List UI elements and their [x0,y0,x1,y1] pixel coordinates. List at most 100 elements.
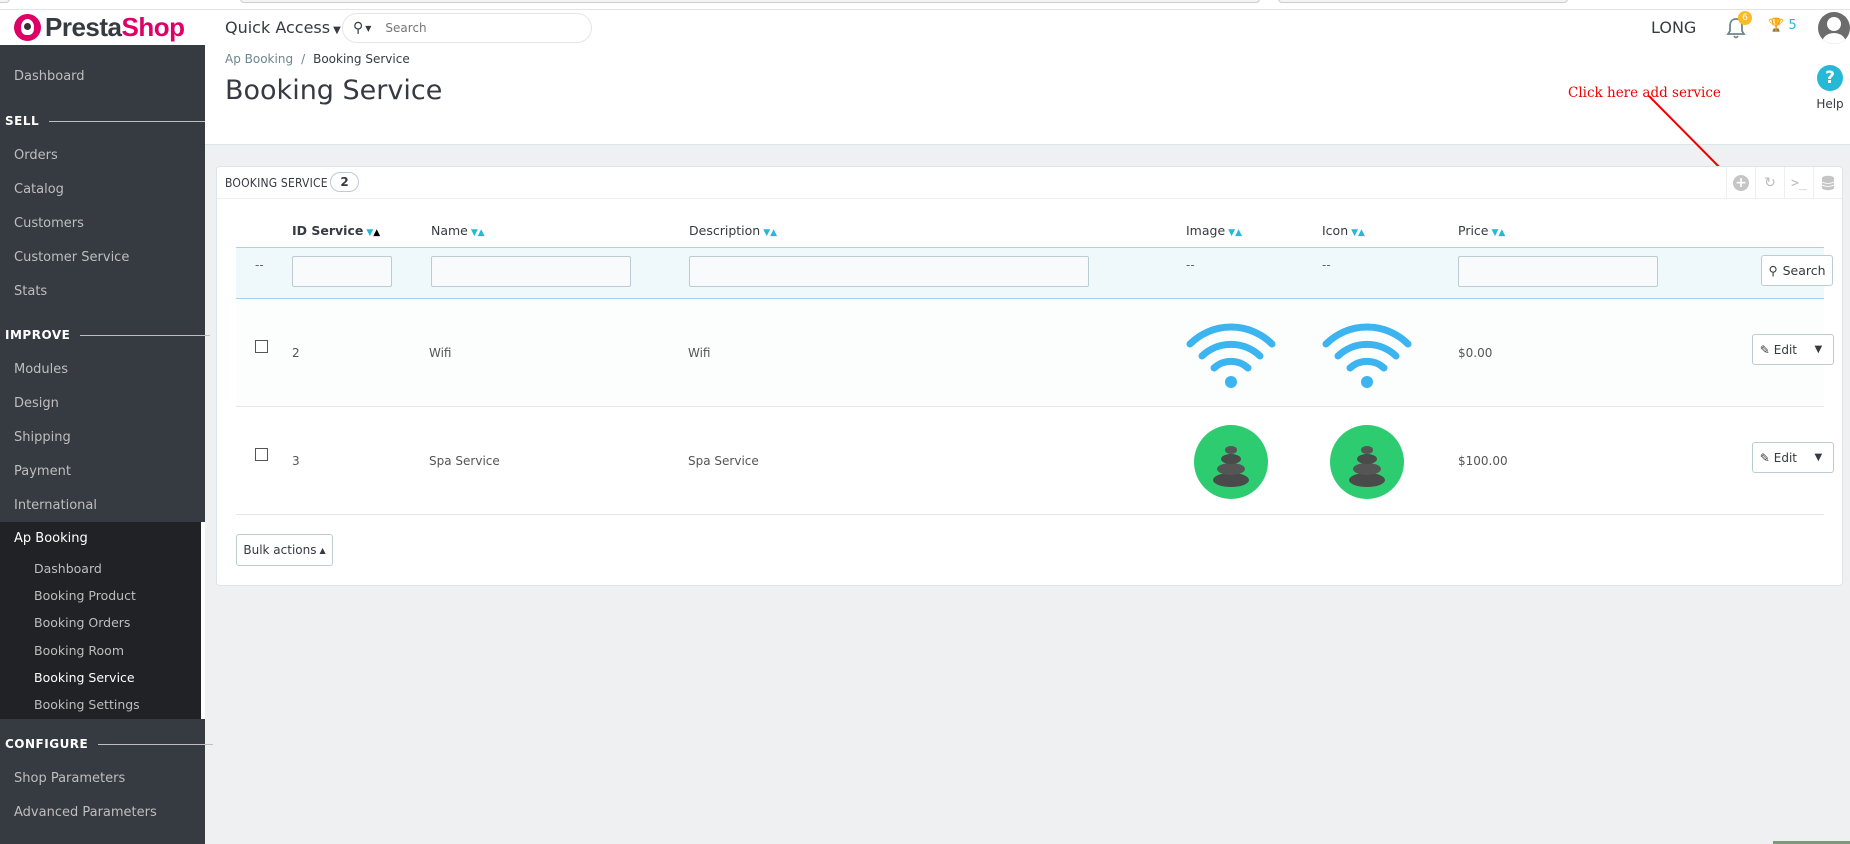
search-icon: ⚲ [1768,263,1778,278]
column-header-price[interactable]: Price ▼▲ [1458,223,1505,238]
breadcrumb-parent[interactable]: Ap Booking [225,52,293,66]
help-button[interactable]: ? Help [1810,65,1850,111]
cell-price: $0.00 [1458,346,1493,360]
filter-price-input[interactable] [1458,256,1658,287]
page-title: Booking Service [225,75,443,106]
sidebar-item-international[interactable]: International [14,498,97,513]
notification-badge: 6 [1738,11,1752,25]
filter-row: -- -- -- ⚲ Search [236,247,1833,299]
table-row[interactable]: 3 Spa Service Spa Service $100.00 ✎ Edit … [236,408,1834,515]
sidebar-item-advanced-parameters[interactable]: Advanced Parameters [14,805,157,820]
column-header-name[interactable]: Name ▼▲ [431,223,485,238]
sidebar-item-customers[interactable]: Customers [14,216,84,231]
sidebar-item-shipping[interactable]: Shipping [14,430,71,445]
column-header-description[interactable]: Description ▼▲ [689,223,777,238]
sidebar-item-stats[interactable]: Stats [14,284,47,299]
bulk-actions-label: Bulk actions [243,543,317,557]
add-service-button[interactable]: + [1726,167,1755,199]
cell-name: Wifi [429,346,452,360]
sidebar: Dashboard SELL Orders Catalog Customers … [0,45,214,844]
bulk-actions-button[interactable]: Bulk actions ▲ [236,534,333,566]
logo-text-shop: Shop [121,12,186,42]
caret-down-icon: ▼ [1814,452,1823,463]
filter-id-input[interactable] [292,256,392,287]
caret-down-icon[interactable]: ▼ [365,24,371,33]
sort-icon[interactable]: ▼▲ [366,228,380,238]
sidebar-subitem-booking-service[interactable]: Booking Service [34,670,135,685]
sql-query-button[interactable]: >_ [1784,167,1813,199]
cell-id: 2 [292,346,300,360]
row-checkbox[interactable] [255,448,268,461]
sidebar-item-customer-service[interactable]: Customer Service [14,250,129,265]
header-search: ⚲ ▼ [342,13,592,43]
quick-access-dropdown[interactable]: Quick Access ▼ [225,18,341,37]
row-actions-dropdown[interactable]: ▼ [1804,452,1833,463]
sort-icon[interactable]: ▼▲ [1351,228,1365,238]
sidebar-item-catalog[interactable]: Catalog [14,182,64,197]
export-button[interactable] [1813,167,1842,199]
sidebar-subitem-booking-orders[interactable]: Booking Orders [34,615,130,630]
sidebar-subitem-booking-room[interactable]: Booking Room [34,643,124,658]
browser-top-strip [0,0,1850,10]
column-header-image[interactable]: Image ▼▲ [1186,223,1242,238]
sidebar-item-dashboard[interactable]: Dashboard [14,69,85,84]
column-header-id[interactable]: ID Service ▼▲ [292,223,380,238]
row-actions-dropdown[interactable]: ▼ [1804,344,1833,355]
filter-placeholder: -- [1322,258,1331,272]
column-label: Icon [1322,223,1349,238]
sidebar-item-design[interactable]: Design [14,396,59,411]
sidebar-item-shop-parameters[interactable]: Shop Parameters [14,771,125,786]
header-search-input[interactable] [385,21,546,35]
column-label: Name [431,223,468,238]
spa-stones-icon [1194,425,1268,499]
sort-icon[interactable]: ▼▲ [471,228,485,238]
edit-button[interactable]: ✎ Edit [1753,343,1804,357]
section-divider [49,120,208,122]
pencil-icon: ✎ [1759,450,1770,465]
browser-tab-bar [0,0,10,3]
breadcrumb-current: Booking Service [313,52,410,66]
sidebar-item-ap-booking[interactable]: Ap Booking [14,531,88,546]
spa-stones-icon [1330,425,1404,499]
section-divider [98,743,214,745]
refresh-button[interactable]: ↻ [1755,167,1784,199]
search-button[interactable]: ⚲ Search [1761,255,1833,286]
sidebar-subitem-booking-settings[interactable]: Booking Settings [34,697,140,712]
plus-circle-icon: + [1733,175,1749,191]
table-row[interactable]: 2 Wifi Wifi $0.00 ✎ Edit ▼ [236,300,1834,407]
search-button-label: Search [1782,263,1826,278]
caret-up-icon: ▲ [319,545,326,555]
sidebar-item-modules[interactable]: Modules [14,362,68,377]
sort-icon[interactable]: ▼▲ [1492,228,1506,238]
trophy-badge[interactable]: 🏆 5 [1768,18,1797,33]
panel-heading: BOOKING SERVICE 2 + ↻ >_ [217,167,1842,199]
edit-button[interactable]: ✎ Edit [1753,451,1804,465]
wifi-icon [1186,323,1276,388]
refresh-icon: ↻ [1764,175,1776,191]
pencil-icon: ✎ [1759,342,1770,357]
logo-text-presta: Presta [45,12,122,42]
sidebar-subitem-dashboard[interactable]: Dashboard [34,561,102,576]
prestashop-logo[interactable]: PrestaShop [14,12,185,43]
sidebar-section-improve: IMPROVE [5,328,211,342]
sort-icon[interactable]: ▼▲ [763,228,777,238]
panel-toolbar: + ↻ >_ [1726,167,1842,199]
filter-name-input[interactable] [431,256,631,287]
filter-description-input[interactable] [689,256,1089,287]
sort-icon[interactable]: ▼▲ [1228,228,1242,238]
row-checkbox[interactable] [255,340,268,353]
search-icon[interactable]: ⚲ [353,20,363,36]
cell-price: $100.00 [1458,454,1508,468]
avatar[interactable] [1818,12,1850,44]
edit-label: Edit [1773,342,1798,357]
column-header-icon[interactable]: Icon ▼▲ [1322,223,1365,238]
column-label: Description [689,223,761,238]
edit-button-group: ✎ Edit ▼ [1752,334,1834,365]
cell-name: Spa Service [429,454,500,468]
active-indicator [201,522,205,719]
trophy-count: 5 [1788,18,1797,33]
sidebar-item-orders[interactable]: Orders [14,148,58,163]
shop-name[interactable]: LONG [1651,18,1696,37]
sidebar-item-payment[interactable]: Payment [14,464,71,479]
sidebar-subitem-booking-product[interactable]: Booking Product [34,588,136,603]
